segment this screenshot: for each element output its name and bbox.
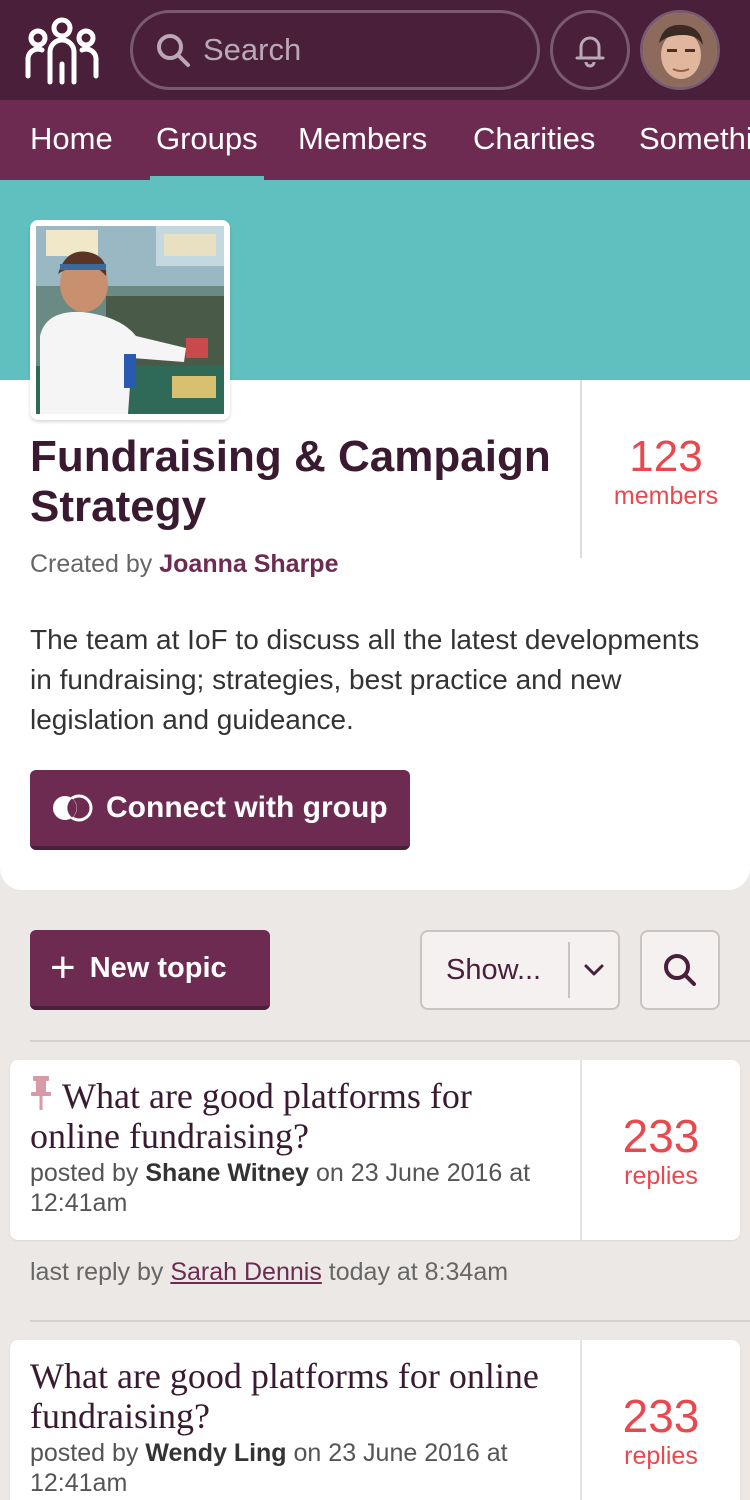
group-title: Fundraising & Campaign Strategy xyxy=(30,432,551,531)
last-reply-info: last reply by Sarah Dennis today at 8:34… xyxy=(30,1258,508,1287)
nav-item-something[interactable]: Something xyxy=(639,100,750,180)
connect-icon xyxy=(53,794,93,822)
last-reply-prefix: last reply by xyxy=(30,1258,164,1286)
topic-title-text: What are good platforms for online fundr… xyxy=(30,1076,472,1156)
pin-icon xyxy=(31,1076,51,1110)
group-description: The team at IoF to discuss all the lates… xyxy=(30,624,700,735)
search-bar[interactable]: Search xyxy=(130,10,540,90)
chevron-down-icon xyxy=(584,964,604,976)
top-bar: Search xyxy=(0,0,750,100)
show-filter-select[interactable]: Show... xyxy=(420,930,620,1010)
topic-author[interactable]: Shane Witney xyxy=(145,1159,309,1187)
user-avatar[interactable] xyxy=(640,10,720,90)
last-reply-time: today at 8:34am xyxy=(328,1258,509,1286)
members-count[interactable]: 123 xyxy=(582,432,750,482)
topic-search-button[interactable] xyxy=(640,930,720,1010)
search-placeholder: Search xyxy=(203,32,302,67)
bell-icon xyxy=(575,36,605,68)
reply-label: replies xyxy=(624,1442,698,1470)
nav-item-groups[interactable]: Groups xyxy=(150,100,264,180)
topic-meta: posted by Wendy Ling on 23 June 2016 at … xyxy=(30,1438,560,1498)
divider xyxy=(30,1040,750,1042)
created-by: Created by Joanna Sharpe xyxy=(30,550,338,579)
connect-label: Connect with group xyxy=(106,791,388,824)
topic-card[interactable]: What are good platforms for online fundr… xyxy=(10,1340,740,1500)
connect-with-group-button[interactable]: Connect with group xyxy=(30,770,410,850)
creator-link[interactable]: Joanna Sharpe xyxy=(159,550,338,578)
topic-title[interactable]: What are good platforms for online fundr… xyxy=(30,1356,560,1436)
notifications-button[interactable] xyxy=(550,10,630,90)
community-logo-icon[interactable] xyxy=(24,16,100,86)
divider xyxy=(30,1320,750,1322)
group-photo xyxy=(30,220,230,420)
new-topic-label: New topic xyxy=(89,951,227,984)
posted-by-label: posted by xyxy=(30,1159,139,1187)
posted-by-label: posted by xyxy=(30,1439,139,1467)
last-reply-user-link[interactable]: Sarah Dennis xyxy=(170,1258,321,1286)
topic-title-text: What are good platforms for online fundr… xyxy=(30,1356,539,1436)
reply-count: 233 xyxy=(622,1390,700,1442)
nav-item-home[interactable]: Home xyxy=(30,100,113,180)
nav-item-members[interactable]: Members xyxy=(298,100,427,180)
select-divider xyxy=(568,942,570,998)
members-label[interactable]: members xyxy=(582,482,750,511)
reply-label: replies xyxy=(624,1162,698,1190)
show-filter-label: Show... xyxy=(446,954,542,986)
search-icon xyxy=(664,954,696,986)
main-nav: Home Groups Members Charities Something xyxy=(0,100,750,180)
topic-meta: posted by Shane Witney on 23 June 2016 a… xyxy=(30,1158,560,1218)
topic-title[interactable]: What are good platforms for online fundr… xyxy=(30,1076,560,1156)
search-icon xyxy=(157,34,190,67)
new-topic-button[interactable]: + New topic xyxy=(30,930,270,1010)
topic-card[interactable]: What are good platforms for online fundr… xyxy=(10,1060,740,1240)
reply-count: 233 xyxy=(622,1110,700,1162)
nav-item-charities[interactable]: Charities xyxy=(473,100,595,180)
created-by-label: Created by xyxy=(30,550,153,578)
topic-author[interactable]: Wendy Ling xyxy=(145,1439,286,1467)
plus-icon: + xyxy=(50,943,76,992)
